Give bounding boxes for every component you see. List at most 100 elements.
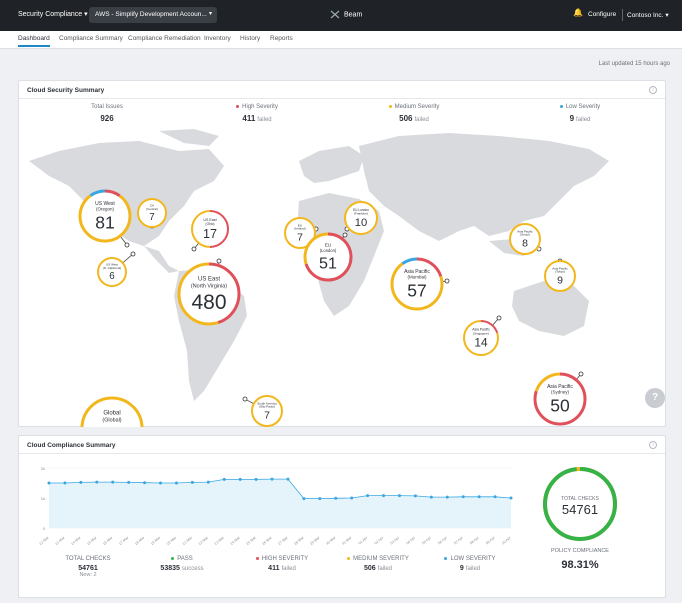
data-point[interactable] [509, 496, 513, 500]
region-bubble[interactable]: Global(Global) 122 [80, 396, 144, 427]
x-tick-label: 29 Mar [309, 535, 321, 546]
central-america-shape [144, 246, 179, 273]
region-bubble[interactable]: Asia Pacific(Seoul)8 [509, 223, 542, 255]
x-tick-label: 31 Mar [341, 535, 353, 546]
region-bubble[interactable]: US East(North Virginia) 480 [177, 258, 241, 326]
stat-low-severity: LOW SEVERITY 9 failed [425, 556, 515, 572]
bubble-region-sub: (Global) [102, 417, 121, 423]
data-point[interactable] [413, 494, 417, 498]
anchor-dot [216, 258, 222, 264]
data-point[interactable] [302, 497, 306, 501]
x-tick-label: 16 Mar [102, 535, 114, 546]
data-point[interactable] [238, 477, 242, 481]
x-tick-label: 09 Apr [485, 535, 496, 545]
x-tick-label: 02 Apr [374, 535, 385, 545]
data-point[interactable] [206, 480, 210, 484]
anchor-dot [578, 371, 584, 377]
account-selector[interactable]: AWS - Simplify Development Accoun... ▾ [89, 7, 217, 23]
data-point[interactable] [445, 495, 449, 499]
x-tick-label: 17 Mar [118, 535, 130, 546]
data-point[interactable] [477, 495, 481, 499]
bubble-issue-count: 14 [474, 336, 488, 350]
bell-icon[interactable]: 🔔 [573, 8, 583, 17]
bubble-region-sub: (Oregon) [96, 207, 115, 212]
data-point[interactable] [190, 480, 194, 484]
stat-value: 9 failed [459, 565, 481, 572]
tab-bar: Dashboard Compliance Summary Compliance … [0, 31, 682, 49]
x-tick-label: 27 Mar [277, 535, 289, 546]
top-bar: Security Compliance ▾ AWS - Simplify Dev… [0, 0, 682, 31]
data-point[interactable] [222, 477, 226, 481]
region-bubble[interactable]: EU London(Frankfurt)10 [344, 201, 378, 235]
bubble-region-sub: (Mumbai) [407, 275, 427, 280]
medium-dot-icon [388, 104, 392, 108]
region-bubble[interactable]: US West(Oregon)81 [78, 189, 132, 248]
divider [19, 98, 665, 99]
asia-shape [359, 133, 609, 241]
data-point[interactable] [143, 481, 147, 485]
data-point[interactable] [254, 477, 258, 481]
data-point[interactable] [318, 497, 322, 501]
greenland-shape [159, 129, 219, 146]
tab-compliance-summary[interactable]: Compliance Summary [59, 35, 123, 42]
y-tick-label: 1k [41, 496, 45, 501]
data-point[interactable] [47, 481, 51, 485]
region-bubble[interactable]: South America(São Paulo)7 [242, 395, 283, 427]
help-button[interactable]: ? [645, 388, 665, 408]
stat-label: Total Issues [91, 104, 123, 110]
data-point[interactable] [382, 494, 386, 498]
data-point[interactable] [493, 495, 497, 499]
bubble-region-sub: (Frankfurt) [354, 211, 368, 215]
org-menu[interactable]: Contoso Inc. ▾ [627, 11, 669, 19]
data-point[interactable] [461, 495, 465, 499]
stat-label: Medium Severity [394, 104, 440, 110]
data-point[interactable] [270, 477, 274, 481]
bubble-issue-count: 57 [407, 281, 426, 301]
bubble-region-name: US East [198, 277, 220, 283]
x-tick-label: 30 Mar [325, 535, 337, 546]
anchor-dot [444, 278, 450, 284]
tab-compliance-remediation[interactable]: Compliance Remediation [128, 35, 201, 42]
region-bubble[interactable]: EU(London) 51 [303, 232, 353, 282]
x-tick-label: 23 Mar [214, 535, 226, 546]
data-point[interactable] [334, 496, 338, 500]
data-point[interactable] [127, 480, 131, 484]
anchor-dot [496, 315, 502, 321]
region-bubble[interactable]: Asia Pacific(Singapore)14 [463, 315, 502, 356]
data-point[interactable] [174, 481, 178, 485]
region-bubble[interactable]: Asia Pacific(Tokyo)9 [544, 258, 576, 292]
data-point[interactable] [397, 494, 401, 498]
anchor-dot [130, 251, 136, 257]
info-icon[interactable]: i [649, 441, 657, 449]
tab-history[interactable]: History [240, 35, 260, 42]
region-bubble[interactable]: Asia Pacific(Mumbai)57 [390, 257, 450, 311]
cloud-compliance-card: Cloud Compliance Summary i 2k 1k 0 12 Mar 13… [18, 435, 666, 598]
bubble-region-sub: (Ohio) [206, 222, 215, 226]
data-point[interactable] [159, 481, 163, 485]
tab-dashboard[interactable]: Dashboard [18, 35, 50, 47]
region-bubble[interactable]: Asia Pacific(Sydney)50 [533, 371, 587, 426]
region-bubble[interactable]: US East(Ohio)17 [191, 210, 229, 252]
data-point[interactable] [429, 495, 433, 499]
data-point[interactable] [111, 480, 115, 484]
data-point[interactable] [366, 494, 370, 498]
data-point[interactable] [63, 481, 67, 485]
x-tick-label: 07 Apr [453, 535, 464, 545]
configure-menu[interactable]: Configure [588, 11, 616, 18]
data-point[interactable] [95, 480, 99, 484]
x-tick-label: 13 Mar [54, 535, 66, 546]
region-bubble[interactable]: US West(N. California)6 [97, 251, 136, 287]
world-map: US West(Oregon)81US West(N. California)6… [29, 129, 609, 427]
data-point[interactable] [350, 496, 354, 500]
info-icon[interactable]: i [649, 86, 657, 94]
tab-reports[interactable]: Reports [270, 35, 293, 42]
anchor-dot [124, 242, 130, 248]
x-tick-label: 12 Mar [39, 535, 51, 546]
total-checks-donut: TOTAL CHECKS 54761 [543, 467, 617, 541]
data-point[interactable] [79, 480, 83, 484]
tab-inventory[interactable]: Inventory [204, 35, 231, 42]
data-point[interactable] [286, 477, 290, 481]
app-switcher[interactable]: Security Compliance ▾ [18, 10, 88, 18]
region-bubble[interactable]: CA(Central)7 [137, 198, 167, 229]
x-tick-label: 19 Mar [150, 535, 162, 546]
